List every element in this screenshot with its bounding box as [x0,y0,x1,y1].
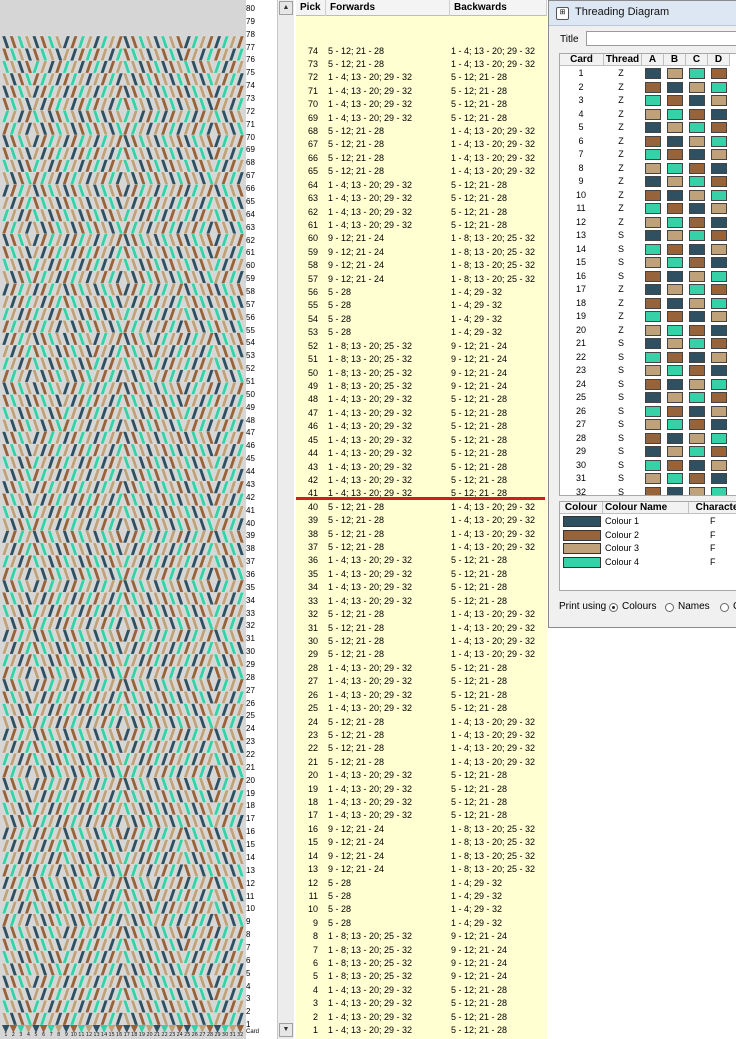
woven-band-preview: 1 2 3 4 5 6 7 8 9 10 11 12 13 14 15 16 17 18 19 20 21 22 23 24 2… [0,0,246,1039]
weave-pattern-svg: 1 2 3 4 5 6 7 8 9 10 11 12 13 14 15 16 17 18 19 20 21 22 23 24 2… [0,0,246,1039]
